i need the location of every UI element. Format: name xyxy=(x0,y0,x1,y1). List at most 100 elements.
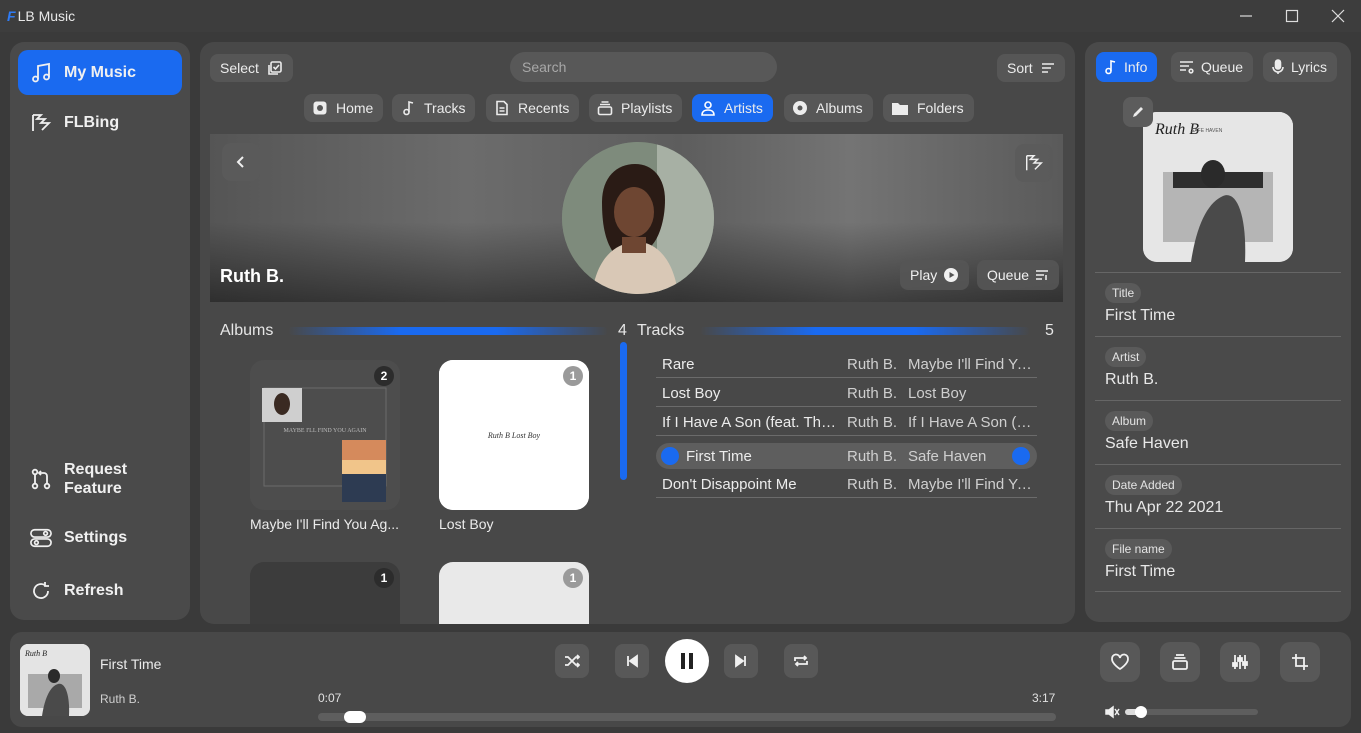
artist-name: Ruth B. xyxy=(220,266,284,286)
next-button[interactable] xyxy=(724,644,758,678)
track-row[interactable]: Rare Ruth B. Maybe I'll Find Yo... xyxy=(656,350,1037,378)
tab-info[interactable]: Info xyxy=(1096,52,1158,82)
play-artist-button[interactable]: Play xyxy=(900,260,970,290)
select-button[interactable]: Select xyxy=(210,54,293,82)
album-card[interactable]: MAYBE I'LL FIND YOU AGAIN 2 xyxy=(250,360,400,510)
tab-label: Lyrics xyxy=(1291,59,1328,75)
seek-handle[interactable] xyxy=(343,711,366,723)
equalizer-button[interactable] xyxy=(1220,642,1260,682)
album-cover-text: MAYBE I'LL FIND YOU AGAIN xyxy=(283,428,367,434)
queue-label: Queue xyxy=(987,267,1030,283)
pause-icon xyxy=(681,653,693,669)
document-icon xyxy=(496,100,508,116)
track-row[interactable]: Don't Disappoint Me Ruth B. Maybe I'll F… xyxy=(656,470,1037,498)
track-artist: Ruth B. xyxy=(847,356,898,373)
metadata-album: Album Safe Haven xyxy=(1095,400,1341,464)
close-icon xyxy=(1331,9,1345,23)
tab-home[interactable]: Home xyxy=(304,94,384,122)
previous-button[interactable] xyxy=(615,644,649,678)
tab-label: Recents xyxy=(518,100,570,116)
app-logo: F xyxy=(7,8,16,24)
track-title: If I Have A Son (feat. The ... xyxy=(662,414,840,431)
sidebar-item-refresh[interactable]: Refresh xyxy=(18,568,182,613)
album-card[interactable]: Ruth B Lost Boy 1 xyxy=(439,360,589,510)
tab-label: Playlists xyxy=(621,100,673,116)
maximize-button[interactable] xyxy=(1269,0,1315,32)
tab-playlists[interactable]: Playlists xyxy=(589,94,683,122)
crop-icon xyxy=(1292,654,1308,670)
metadata-key: Date Added xyxy=(1105,475,1182,495)
tab-folders[interactable]: Folders xyxy=(883,94,974,122)
track-title: Don't Disappoint Me xyxy=(662,476,797,493)
now-playing-indicator xyxy=(661,447,679,465)
sidebar-item-settings[interactable]: Settings xyxy=(18,515,182,560)
sidebar-item-label: Request Feature xyxy=(64,460,127,498)
main-panel: Select Search Sort Home Tracks Recents P… xyxy=(200,42,1075,624)
seek-bar[interactable] xyxy=(318,711,1056,723)
volume-handle[interactable] xyxy=(1134,706,1147,718)
search-input[interactable]: Search xyxy=(510,52,777,82)
stack-icon xyxy=(1172,654,1188,670)
sidebar-item-flbing[interactable]: FLBing xyxy=(18,100,182,145)
now-playing-indicator xyxy=(1012,447,1030,465)
close-button[interactable] xyxy=(1315,0,1361,32)
repeat-icon xyxy=(794,655,808,667)
repeat-button[interactable] xyxy=(784,644,818,678)
shuffle-icon xyxy=(565,654,580,668)
now-playing-cover: Ruth B SAFE HAVEN xyxy=(1143,112,1293,262)
albums-count: 4 xyxy=(618,322,627,339)
heart-icon xyxy=(1111,653,1129,671)
album-track-count-badge: 2 xyxy=(374,366,394,386)
track-album: If I Have A Son (f... xyxy=(908,414,1032,431)
album-card[interactable]: 1 xyxy=(439,562,589,624)
music-note-icon xyxy=(403,100,414,116)
album-track-count-badge: 1 xyxy=(563,568,583,588)
metadata-value: Ruth B. xyxy=(1105,371,1159,388)
tab-artists[interactable]: Artists xyxy=(692,94,773,122)
scroll-indicator[interactable] xyxy=(620,342,627,480)
tab-recents[interactable]: Recents xyxy=(486,94,580,122)
tab-lyrics[interactable]: Lyrics xyxy=(1263,52,1338,82)
tab-label: Artists xyxy=(724,100,763,116)
tab-label: Albums xyxy=(816,100,863,116)
track-artist: Ruth B. xyxy=(847,448,898,465)
title-bar: F LB Music xyxy=(0,0,1361,32)
artist-signature: Ruth B xyxy=(24,649,47,658)
play-pause-button[interactable] xyxy=(665,639,709,683)
volume-icon[interactable] xyxy=(1104,704,1120,720)
sidebar: My Music FLBing Request Feature Settings… xyxy=(10,42,190,620)
volume-slider[interactable] xyxy=(1125,706,1258,718)
tab-label: Folders xyxy=(917,100,964,116)
album-track-count-badge: 1 xyxy=(563,366,583,386)
elapsed-time: 0:07 xyxy=(318,691,342,705)
back-button[interactable] xyxy=(222,143,260,181)
stack-icon xyxy=(597,101,613,116)
tab-tracks[interactable]: Tracks xyxy=(392,94,476,122)
metadata-value: First Time xyxy=(1105,563,1176,580)
shuffle-button[interactable] xyxy=(555,644,589,678)
play-label: Play xyxy=(910,267,938,283)
sort-button[interactable]: Sort xyxy=(997,54,1065,82)
track-row[interactable]: Lost Boy Ruth B. Lost Boy xyxy=(656,379,1037,407)
sidebar-item-my-music[interactable]: My Music xyxy=(18,50,182,95)
track-album: Lost Boy xyxy=(908,385,967,402)
album-cover-image: Ruth B SAFE HAVEN xyxy=(1143,112,1293,262)
minimize-button[interactable] xyxy=(1223,0,1269,32)
tab-albums[interactable]: Albums xyxy=(784,94,873,122)
queue-artist-button[interactable]: Queue xyxy=(977,260,1060,290)
edit-metadata-button[interactable] xyxy=(1123,97,1153,127)
crop-button[interactable] xyxy=(1280,642,1320,682)
add-to-playlist-button[interactable] xyxy=(1160,642,1200,682)
track-row-now-playing[interactable]: First Time Ruth B. Safe Haven xyxy=(656,443,1037,469)
album-card[interactable]: 1 xyxy=(250,562,400,624)
tracks-divider xyxy=(700,327,1030,335)
tab-label: Queue xyxy=(1201,59,1244,75)
metadata-file-name: File name First Time xyxy=(1095,528,1341,592)
albums-heading: Albums xyxy=(220,322,274,339)
sidebar-item-request-feature[interactable]: Request Feature xyxy=(18,454,182,504)
sidebar-item-label: Refresh xyxy=(64,581,124,599)
favorite-button[interactable] xyxy=(1100,642,1140,682)
tab-queue[interactable]: Queue xyxy=(1171,52,1254,82)
flbing-search-button[interactable] xyxy=(1015,144,1053,182)
track-row[interactable]: If I Have A Son (feat. The ... Ruth B. I… xyxy=(656,408,1037,436)
